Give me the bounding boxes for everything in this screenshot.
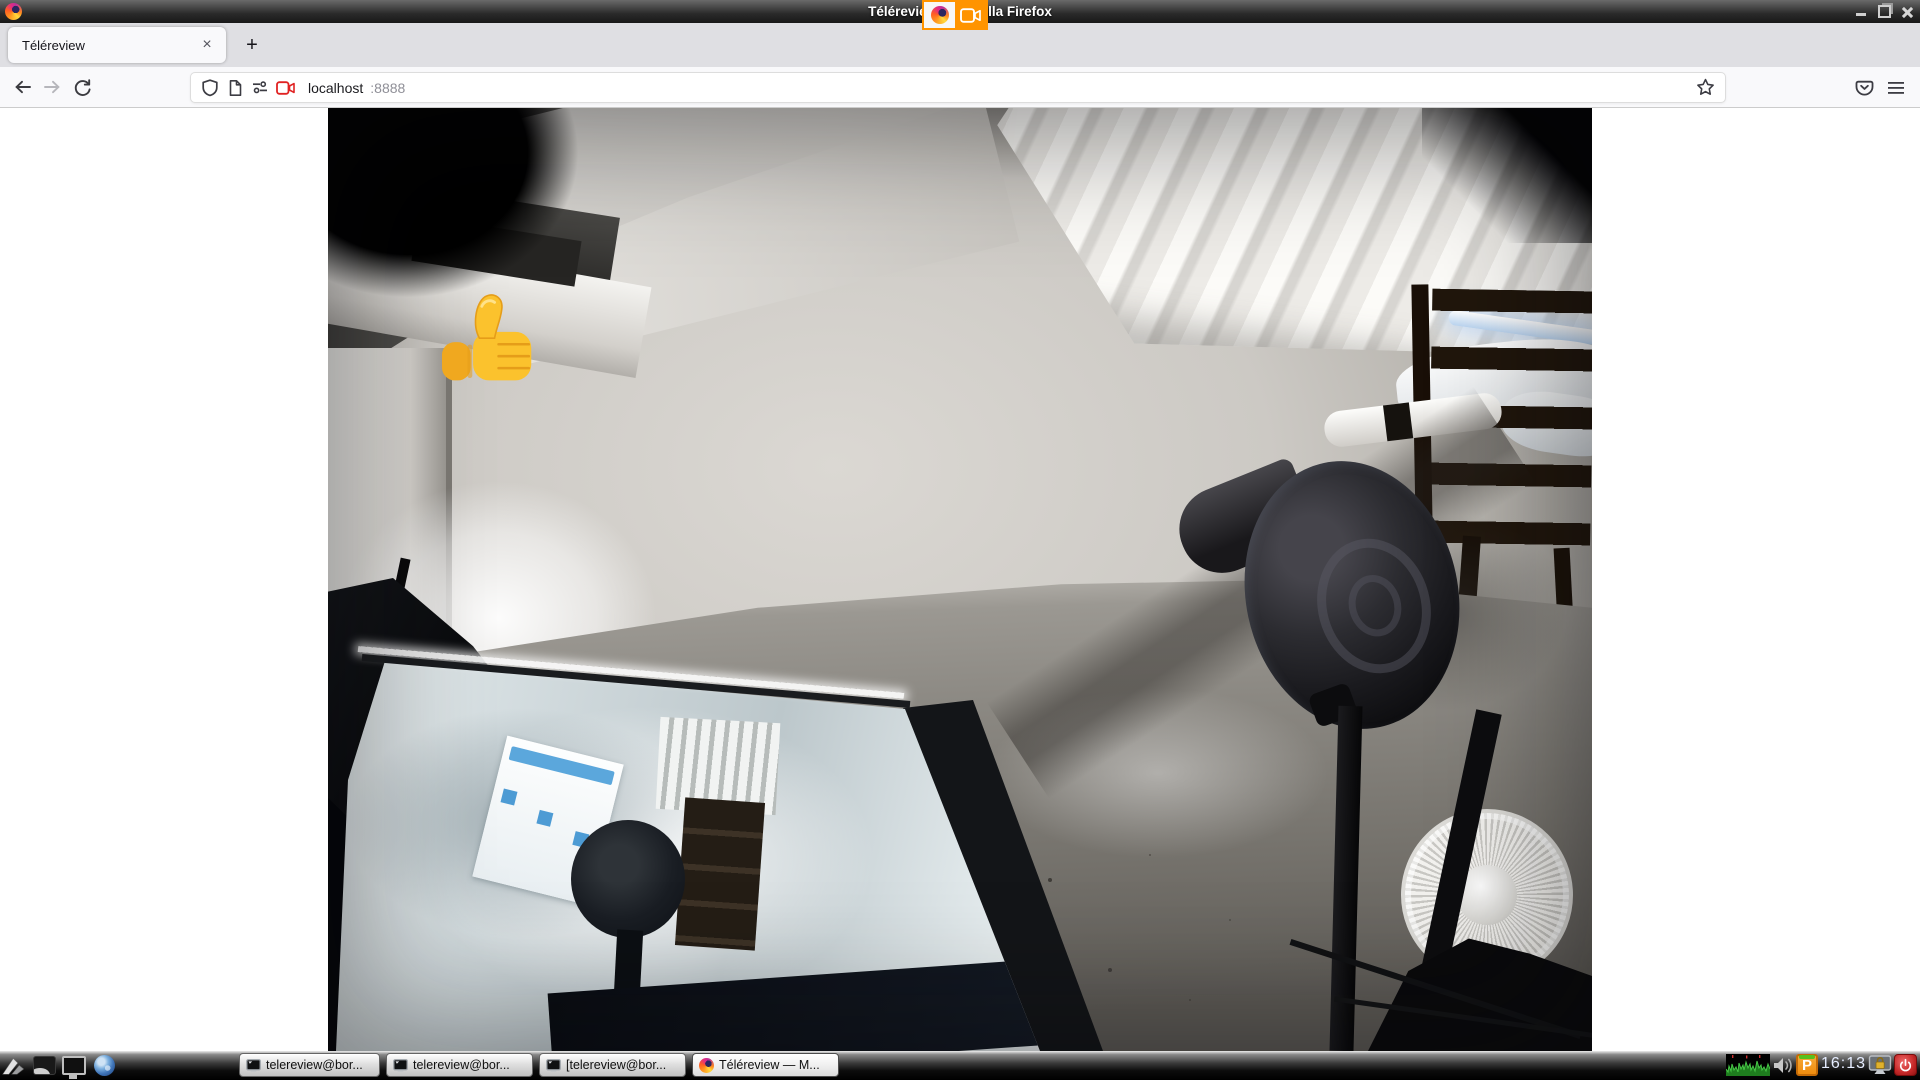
- tab-close-button[interactable]: ×: [196, 34, 218, 56]
- maximize-button[interactable]: [1877, 5, 1891, 19]
- start-menu-button[interactable]: [2, 1055, 26, 1077]
- navigation-toolbar: localhost :8888: [0, 67, 1920, 108]
- pocket-button[interactable]: [1852, 76, 1876, 100]
- firefox-icon: [699, 1058, 714, 1073]
- camera-in-use-icon[interactable]: [276, 81, 295, 95]
- camera-icon: [955, 2, 986, 28]
- terminal-window-icon: [246, 1059, 261, 1072]
- minimize-icon: [1856, 13, 1866, 16]
- fisheye-vignette: [328, 108, 1592, 1051]
- app-menu-button[interactable]: [1884, 76, 1908, 100]
- forward-icon: [43, 78, 62, 96]
- terminal-window-icon: [393, 1059, 408, 1072]
- new-tab-button[interactable]: +: [238, 31, 266, 59]
- clipboard-manager[interactable]: P: [1796, 1054, 1818, 1076]
- tab-telereview[interactable]: Téléreview ×: [8, 27, 226, 63]
- quick-launch-files[interactable]: [32, 1055, 56, 1077]
- task-button-label: [telereview@bor...: [566, 1058, 666, 1072]
- task-button-terminal-2[interactable]: telereview@bor...: [386, 1053, 533, 1077]
- page-icon[interactable]: [226, 79, 244, 97]
- menu-icon: [1887, 80, 1905, 96]
- volume-control[interactable]: [1772, 1055, 1794, 1076]
- files-icon: [33, 1056, 56, 1075]
- close-icon: [1901, 6, 1913, 18]
- cpu-graph-icon: [1726, 1054, 1770, 1076]
- firefox-logo-icon: [924, 2, 955, 28]
- clipboard-letter: P: [1802, 1058, 1812, 1073]
- icewm-logo-icon: [2, 1054, 26, 1078]
- page-content: [0, 108, 1920, 1051]
- thumbs-up-emoji-overlay: [438, 284, 540, 386]
- speaker-icon: [1772, 1055, 1794, 1076]
- shield-icon[interactable]: [201, 79, 219, 97]
- url-host: localhost: [308, 80, 363, 96]
- back-button[interactable]: [8, 73, 36, 101]
- permissions-icon[interactable]: [251, 79, 269, 96]
- task-button-terminal-3[interactable]: [telereview@bor...: [539, 1053, 686, 1077]
- task-button-firefox[interactable]: Téléreview — M...: [692, 1053, 839, 1077]
- quick-launch-display[interactable]: [62, 1055, 86, 1077]
- forward-button[interactable]: [38, 73, 66, 101]
- tab-title: Téléreview: [22, 38, 196, 53]
- url-port: :8888: [370, 80, 405, 96]
- task-button-label: Téléreview — M...: [719, 1058, 820, 1072]
- lock-screen-button[interactable]: [1868, 1055, 1892, 1076]
- camera-sharing-indicator[interactable]: [922, 0, 988, 30]
- quick-launch-browser[interactable]: [92, 1055, 116, 1077]
- power-button[interactable]: [1894, 1054, 1917, 1076]
- task-button-label: telereview@bor...: [413, 1058, 510, 1072]
- back-icon: [13, 78, 32, 96]
- clock: 16:13: [1821, 1055, 1866, 1073]
- cpu-monitor[interactable]: [1726, 1054, 1770, 1076]
- desktop-taskbar: telereview@bor... telereview@bor... [tel…: [0, 1051, 1920, 1080]
- maximize-icon: [1878, 5, 1891, 18]
- url-bar[interactable]: localhost :8888: [190, 72, 1726, 103]
- close-button[interactable]: [1900, 5, 1914, 19]
- terminal-window-icon: [546, 1059, 561, 1072]
- web-browser-icon: [94, 1055, 115, 1076]
- task-button-terminal-1[interactable]: telereview@bor...: [239, 1053, 380, 1077]
- webcam-feed: [328, 108, 1592, 1051]
- reload-icon: [73, 78, 92, 97]
- power-icon: [1898, 1058, 1913, 1073]
- pocket-icon: [1855, 79, 1874, 97]
- bookmark-star-icon[interactable]: [1696, 78, 1715, 97]
- task-button-label: telereview@bor...: [266, 1058, 363, 1072]
- display-icon: [62, 1056, 86, 1075]
- lock-screen-icon: [1868, 1055, 1892, 1076]
- minimize-button[interactable]: [1854, 5, 1868, 19]
- reload-button[interactable]: [68, 73, 96, 101]
